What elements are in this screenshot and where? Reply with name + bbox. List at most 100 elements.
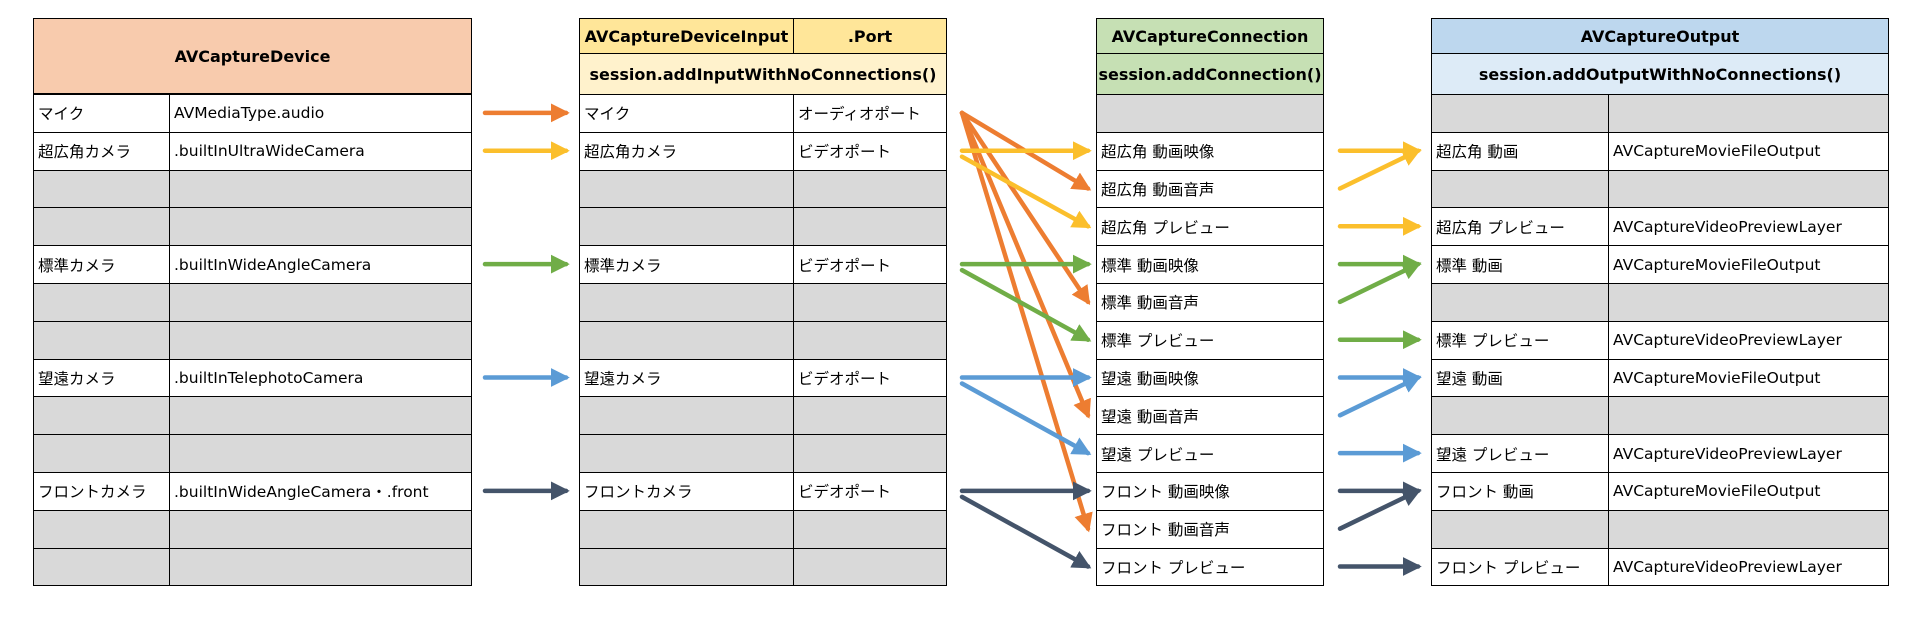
- input-port-cell: [793, 396, 947, 436]
- output-name-cell: 標準 動画: [1431, 245, 1609, 284]
- device-type-cell: [169, 547, 472, 587]
- output-type-cell: [1608, 509, 1889, 549]
- input-port-cell: ビデオポート: [793, 245, 947, 284]
- output-name-cell: 超広角 動画: [1431, 131, 1609, 171]
- output-type-cell: [1608, 396, 1889, 436]
- connection-cell: 望遠 動画映像: [1096, 358, 1324, 398]
- connection-cell: 超広角 プレビュー: [1096, 207, 1324, 247]
- connection-subtitle: session.addConnection(): [1096, 53, 1324, 95]
- output-type-cell: AVCaptureMovieFileOutput: [1608, 245, 1889, 284]
- output-type-cell: AVCaptureMovieFileOutput: [1608, 131, 1889, 171]
- device-name-cell: [33, 396, 170, 436]
- device-type-cell: [169, 169, 472, 209]
- output-type-cell: AVCaptureMovieFileOutput: [1608, 472, 1889, 511]
- input-name-cell: マイク: [579, 94, 794, 133]
- device-type-cell: .builtInUltraWideCamera: [169, 131, 472, 171]
- output-name-cell: 超広角 プレビュー: [1431, 207, 1609, 247]
- device-name-cell: [33, 207, 170, 247]
- input-name-cell: [579, 320, 794, 360]
- connection-cell: 標準 動画映像: [1096, 245, 1324, 284]
- device-type-cell: [169, 396, 472, 436]
- output-name-cell: [1431, 396, 1609, 436]
- output-name-cell: [1431, 283, 1609, 322]
- output-table-title: AVCaptureOutput: [1431, 18, 1889, 54]
- device-name-cell: [33, 169, 170, 209]
- device-name-cell: 望遠カメラ: [33, 358, 170, 398]
- device-type-cell: [169, 509, 472, 549]
- input-port-cell: ビデオポート: [793, 472, 947, 511]
- output-subtitle: session.addOutputWithNoConnections(): [1431, 53, 1889, 95]
- output-type-cell: [1608, 94, 1889, 133]
- device-type-cell: [169, 320, 472, 360]
- connection-cell: 超広角 動画映像: [1096, 131, 1324, 171]
- input-port-cell: [793, 509, 947, 549]
- device-name-cell: [33, 434, 170, 473]
- output-name-cell: 標準 プレビュー: [1431, 320, 1609, 360]
- input-port-cell: [793, 434, 947, 473]
- connection-cell: フロント 動画音声: [1096, 509, 1324, 549]
- capture-pipeline-diagram: AVCaptureDevice マイク AVMediaType.audio 超広角カメ…: [0, 0, 1920, 618]
- device-type-cell: .builtInTelephotoCamera: [169, 358, 472, 398]
- connection-table-title: AVCaptureConnection: [1096, 18, 1324, 54]
- connection-cell: 望遠 動画音声: [1096, 396, 1324, 436]
- device-name-cell: [33, 509, 170, 549]
- output-name-cell: [1431, 169, 1609, 209]
- connection-cell: 望遠 プレビュー: [1096, 434, 1324, 473]
- input-name-cell: 望遠カメラ: [579, 358, 794, 398]
- connection-cell: フロント 動画映像: [1096, 472, 1324, 511]
- input-port-cell: [793, 207, 947, 247]
- input-port-title: .Port: [793, 18, 947, 54]
- device-type-cell: [169, 283, 472, 322]
- connection-cell: 超広角 動画音声: [1096, 169, 1324, 209]
- input-name-cell: 超広角カメラ: [579, 131, 794, 171]
- output-type-cell: [1608, 283, 1889, 322]
- input-name-cell: [579, 547, 794, 587]
- input-name-cell: [579, 509, 794, 549]
- output-type-cell: AVCaptureVideoPreviewLayer: [1608, 207, 1889, 247]
- device-name-cell: [33, 547, 170, 587]
- output-type-cell: AVCaptureVideoPreviewLayer: [1608, 547, 1889, 587]
- input-name-cell: [579, 396, 794, 436]
- input-name-cell: フロントカメラ: [579, 472, 794, 511]
- input-name-cell: [579, 169, 794, 209]
- output-name-cell: [1431, 509, 1609, 549]
- output-name-cell: 望遠 プレビュー: [1431, 434, 1609, 473]
- device-type-cell: [169, 434, 472, 473]
- device-name-cell: [33, 320, 170, 360]
- input-name-cell: [579, 207, 794, 247]
- device-name-cell: 超広角カメラ: [33, 131, 170, 171]
- device-type-cell: [169, 207, 472, 247]
- input-port-cell: [793, 169, 947, 209]
- output-type-cell: AVCaptureVideoPreviewLayer: [1608, 320, 1889, 360]
- output-type-cell: [1608, 169, 1889, 209]
- device-name-cell: [33, 283, 170, 322]
- input-port-cell: [793, 283, 947, 322]
- output-name-cell: フロント プレビュー: [1431, 547, 1609, 587]
- input-port-cell: [793, 320, 947, 360]
- connection-cell: フロント プレビュー: [1096, 547, 1324, 587]
- output-name-cell: 望遠 動画: [1431, 358, 1609, 398]
- device-name-cell: マイク: [33, 94, 170, 133]
- output-type-cell: AVCaptureVideoPreviewLayer: [1608, 434, 1889, 473]
- device-type-cell: .builtInWideAngleCamera・.front: [169, 472, 472, 511]
- input-port-cell: ビデオポート: [793, 131, 947, 171]
- input-port-cell: ビデオポート: [793, 358, 947, 398]
- output-name-cell: [1431, 94, 1609, 133]
- connection-cell: [1096, 94, 1324, 133]
- input-subtitle: session.addInputWithNoConnections(): [579, 53, 947, 95]
- device-name-cell: 標準カメラ: [33, 245, 170, 284]
- device-name-cell: フロントカメラ: [33, 472, 170, 511]
- connection-cell: 標準 動画音声: [1096, 283, 1324, 322]
- device-table-title: AVCaptureDevice: [33, 18, 472, 94]
- output-type-cell: AVCaptureMovieFileOutput: [1608, 358, 1889, 398]
- input-name-cell: [579, 434, 794, 473]
- device-type-cell: AVMediaType.audio: [169, 94, 472, 133]
- input-table-title: AVCaptureDeviceInput: [579, 18, 794, 54]
- input-name-cell: 標準カメラ: [579, 245, 794, 284]
- input-name-cell: [579, 283, 794, 322]
- input-port-cell: [793, 547, 947, 587]
- input-port-cell: オーディオポート: [793, 94, 947, 133]
- output-name-cell: フロント 動画: [1431, 472, 1609, 511]
- connection-cell: 標準 プレビュー: [1096, 320, 1324, 360]
- device-type-cell: .builtInWideAngleCamera: [169, 245, 472, 284]
